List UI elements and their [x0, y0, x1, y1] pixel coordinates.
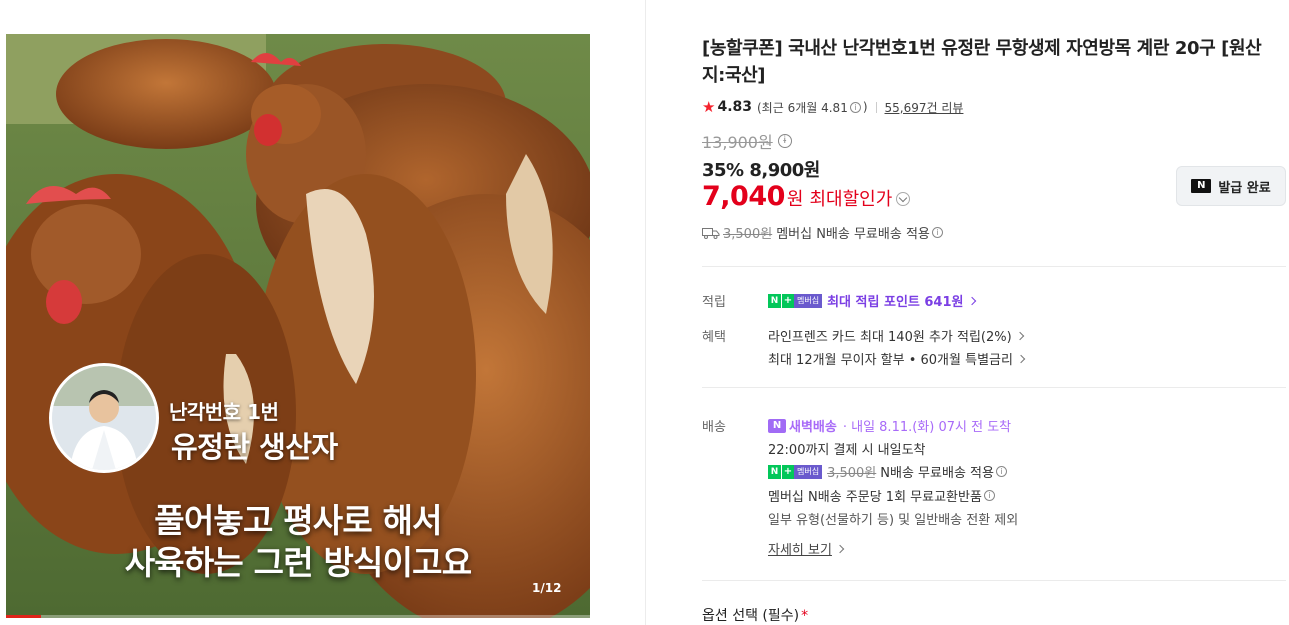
price-info-icon[interactable]: i	[777, 134, 792, 148]
star-icon: ★	[702, 98, 716, 116]
recent-rating-close: )	[862, 100, 868, 114]
section-divider	[702, 580, 1286, 581]
membership-badge: N + 멤버십	[768, 464, 823, 479]
product-title: [농할쿠폰] 국내산 난각번호1번 유정란 무항생제 자연방목 계란 20구 […	[702, 38, 1262, 86]
membership-badge: N + 멤버십	[768, 293, 823, 308]
max-discount-row[interactable]: 7,040 원 최대할인가	[702, 181, 911, 212]
original-price-value: 13,900원	[702, 133, 773, 152]
max-discount-label: 최대할인가	[809, 189, 893, 210]
max-discount-price: 7,040	[702, 181, 785, 212]
points-label: 적립	[702, 295, 726, 310]
details-link-text: 자세히 보기	[768, 543, 832, 558]
video-progress-track[interactable]	[6, 615, 590, 618]
coupon-issued-button[interactable]: N 발급 완료	[1176, 166, 1286, 206]
original-price: 13,900원 i	[702, 129, 794, 153]
shipping-original-fee: 3,500원	[723, 227, 773, 242]
delivery-details-link[interactable]: 자세히 보기	[768, 539, 845, 558]
section-divider	[702, 387, 1286, 388]
rating-row: ★ 4.83 (최근 6개월 4.81 i ) 55,697건 리뷰	[702, 98, 963, 116]
exchange-row: 멤버십 N배송 주문당 1회 무료교환반품 i	[768, 486, 997, 505]
max-discount-unit: 원	[786, 189, 804, 210]
review-count-link[interactable]: 55,697건 리뷰	[885, 99, 964, 116]
option-label-text: 옵션 선택 (필수)	[702, 608, 800, 624]
product-image-carousel[interactable]: 난각번호 1번 유정란 생산자 풀어놓고 평사로 해서 사육하는 그런 방식이고…	[6, 34, 590, 618]
info-icon[interactable]: i	[983, 490, 995, 501]
option-select-label: 옵션 선택 (필수) *	[702, 605, 808, 625]
shipping-fee-row: 3,500원 멤버십 N배송 무료배송 적용 i	[702, 223, 945, 242]
card-perk-text: 라인프렌즈 카드 최대 140원 추가 적립(2%)	[768, 330, 1012, 345]
rating-score: 4.83	[717, 99, 752, 115]
discount-price: 35% 8,900원	[702, 160, 820, 181]
video-caption-line-2: 사육하는 그런 방식이고요	[124, 543, 472, 582]
order-deadline: 22:00까지 결제 시 내일도착	[768, 439, 926, 458]
dawn-delivery-icon: N	[768, 418, 786, 433]
recent-rating: (최근 6개월 4.81	[757, 100, 848, 115]
points-row[interactable]: N + 멤버십 최대 적립 포인트 641원	[768, 291, 976, 310]
free-shipping-original: 3,500원	[827, 466, 877, 481]
truck-icon	[702, 227, 720, 239]
chevron-down-icon[interactable]	[896, 192, 911, 206]
chevron-right-icon	[967, 296, 976, 305]
dawn-delivery-label: 새벽배송	[789, 420, 837, 435]
arrival-date: · 내일 8.11.(화) 07시 전 도착	[842, 420, 1012, 435]
delivery-label: 배송	[702, 420, 726, 435]
chevron-right-icon	[835, 544, 845, 553]
shipping-text: 멤버십 N배송 무료배송 적용	[776, 227, 930, 242]
naver-n-icon: N	[1191, 179, 1212, 193]
perks-label: 혜택	[702, 330, 726, 345]
producer-title: 유정란 생산자	[171, 430, 338, 464]
column-divider	[645, 0, 646, 625]
free-shipping-row: N + 멤버십 3,500원 N배송 무료배송 적용 i	[768, 462, 1009, 481]
card-perk-row[interactable]: 라인프렌즈 카드 최대 140원 추가 적립(2%)	[768, 326, 1024, 345]
image-counter: 1/12	[532, 581, 562, 595]
producer-avatar	[49, 363, 159, 473]
chevron-right-icon	[1016, 354, 1026, 363]
shipping-info-icon[interactable]: i	[931, 227, 943, 238]
exchange-text: 멤버십 N배송 주문당 1회 무료교환반품	[768, 490, 982, 505]
producer-portrait-icon	[52, 366, 156, 470]
exclusion-row: 일부 유형(선물하기 등) 및 일반배송 전환 제외	[768, 509, 1018, 528]
info-icon[interactable]: i	[995, 466, 1007, 477]
info-icon[interactable]: i	[849, 101, 861, 113]
order-deadline-text: 22:00까지 결제 시 내일도착	[768, 443, 926, 458]
exclusion-text: 일부 유형(선물하기 등) 및 일반배송 전환 제외	[768, 513, 1019, 528]
installment-text: 최대 12개월 무이자 할부 • 60개월 특별금리	[768, 353, 1013, 368]
required-mark: *	[801, 608, 809, 624]
installment-row[interactable]: 최대 12개월 무이자 할부 • 60개월 특별금리	[768, 349, 1026, 368]
section-divider	[702, 266, 1286, 267]
dawn-delivery-row: N 새벽배송 · 내일 8.11.(화) 07시 전 도착	[768, 416, 1011, 435]
chevron-right-icon	[1015, 331, 1024, 340]
coupon-button-label: 발급 완료	[1218, 180, 1271, 196]
separator	[875, 101, 877, 113]
video-caption-line-1: 풀어놓고 평사로 해서	[154, 501, 442, 540]
video-progress-fill	[6, 615, 42, 618]
free-shipping-text: N배송 무료배송 적용	[880, 466, 994, 481]
max-points-text: 최대 적립 포인트 641원	[827, 295, 964, 310]
producer-subtitle: 난각번호 1번	[169, 400, 279, 424]
